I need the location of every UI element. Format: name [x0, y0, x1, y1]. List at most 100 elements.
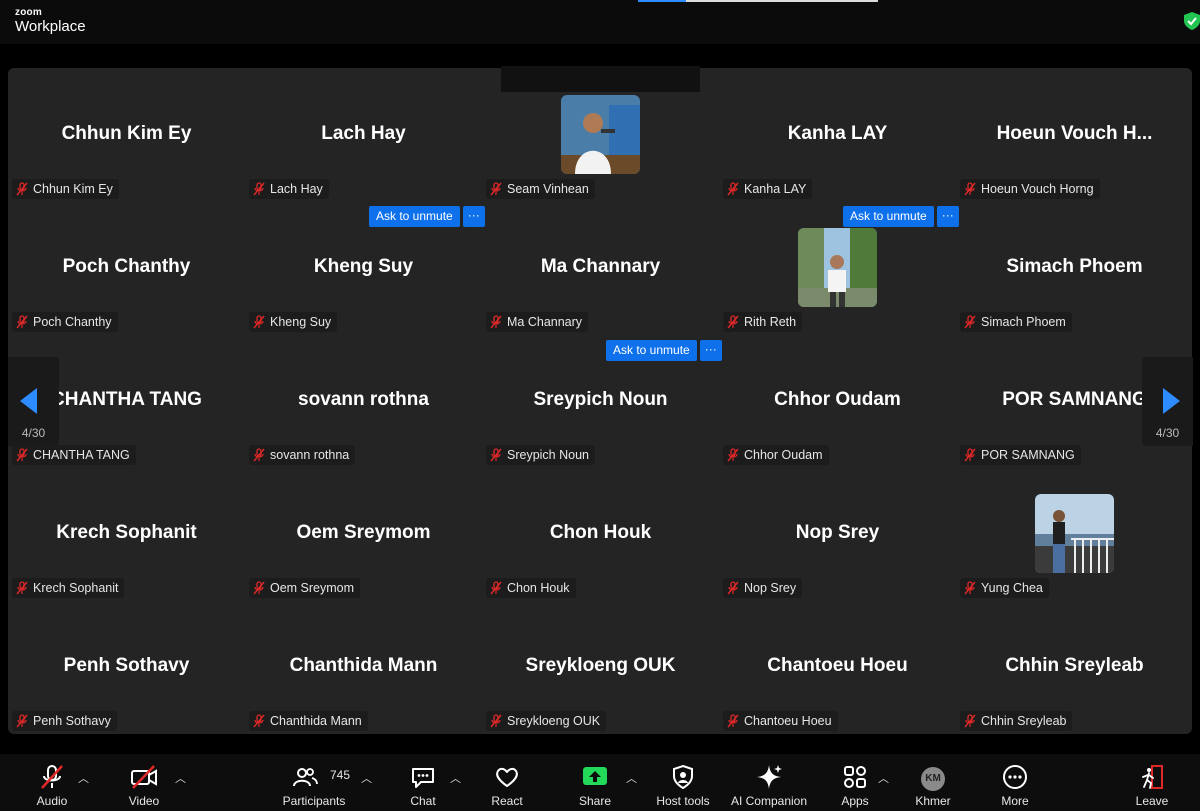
- participant-tile[interactable]: Lach Hay Lach Hay: [245, 68, 482, 202]
- participant-display-name: Ma Channary: [540, 256, 661, 277]
- mic-muted-icon: [16, 448, 28, 462]
- participants-button[interactable]: Participants: [276, 754, 352, 811]
- audio-options-caret[interactable]: ︿: [78, 770, 89, 786]
- participant-tile[interactable]: Chantoeu Hoeu Chantoeu Hoeu: [719, 600, 956, 734]
- react-button[interactable]: React: [482, 754, 532, 811]
- participant-tile[interactable]: Chhin Sreyleab Chhin Sreyleab: [956, 600, 1193, 734]
- participants-count: 745: [330, 768, 351, 782]
- mic-muted-icon: [964, 448, 976, 462]
- participant-tile[interactable]: Ma Channary Ma Channary: [482, 201, 719, 335]
- participant-tile[interactable]: Simach Phoem Simach Phoem: [956, 201, 1193, 335]
- participant-tile[interactable]: Seam Vinhean: [482, 68, 719, 202]
- meeting-toolbar: Audio ︿ Video ︿ Participants 745 ︿ Chat …: [0, 754, 1200, 811]
- participant-name-tag: Sreykloeng OUK: [486, 711, 607, 731]
- mic-muted-icon: [727, 581, 739, 595]
- participant-display-name: sovann rothna: [298, 389, 429, 410]
- participant-name-tag: Chon Houk: [486, 578, 576, 598]
- participant-tile[interactable]: sovann rothna sovann rothna: [245, 334, 482, 468]
- participant-name-tag: Kanha LAY: [723, 179, 813, 199]
- participant-name: Yung Chea: [981, 581, 1043, 595]
- participant-tile[interactable]: Penh Sothavy Penh Sothavy: [8, 600, 245, 734]
- apps-button[interactable]: Apps: [830, 754, 880, 811]
- ask-to-unmute-button[interactable]: Ask to unmute: [369, 206, 460, 227]
- participant-display-name: Chhin Sreyleab: [1005, 655, 1144, 676]
- participant-name-tag: Seam Vinhean: [486, 179, 595, 199]
- audio-button[interactable]: Audio: [22, 754, 82, 811]
- host-tools-button[interactable]: Host tools: [651, 754, 715, 811]
- tile-more-button[interactable]: ···: [699, 340, 722, 361]
- participant-display-name: Sreykloeng OUK: [525, 655, 676, 676]
- participant-name-tag: Kheng Suy: [249, 312, 338, 332]
- tile-more-button[interactable]: ···: [936, 206, 959, 227]
- participant-name-tag: Chhin Sreyleab: [960, 711, 1073, 731]
- participant-name-tag: Hoeun Vouch Horng: [960, 179, 1100, 199]
- mic-muted-icon: [253, 182, 265, 196]
- previous-page-button[interactable]: 4/30: [8, 357, 59, 446]
- participant-name: Krech Sophanit: [33, 581, 119, 595]
- share-label: Share: [578, 794, 612, 808]
- participant-name-tag: Chhun Kim Ey: [12, 179, 119, 199]
- mic-muted-icon: [490, 315, 502, 329]
- language-label: Khmer: [915, 794, 951, 808]
- participant-name: Ma Channary: [507, 315, 583, 329]
- apps-options-caret[interactable]: ︿: [878, 770, 889, 786]
- share-options-caret[interactable]: ︿: [626, 770, 637, 786]
- participant-name: Chhun Kim Ey: [33, 182, 113, 196]
- participant-name: Chhin Sreyleab: [981, 714, 1067, 728]
- participant-display-name: Krech Sophanit: [56, 522, 197, 543]
- ask-to-unmute-button[interactable]: Ask to unmute: [606, 340, 697, 361]
- participant-tile[interactable]: Chon Houk Chon Houk: [482, 467, 719, 601]
- host-tools-label: Host tools: [656, 794, 710, 808]
- participant-tile[interactable]: Oem Sreymom Oem Sreymom: [245, 467, 482, 601]
- mic-muted-icon: [16, 714, 28, 728]
- participant-tile[interactable]: Sreykloeng OUK Sreykloeng OUK: [482, 600, 719, 734]
- more-dots-icon: [1003, 765, 1027, 789]
- mic-muted-icon: [964, 581, 976, 595]
- ai-companion-button[interactable]: AI Companion: [726, 754, 812, 811]
- language-interpretation-button[interactable]: KM Khmer: [908, 754, 958, 811]
- arrow-right-icon: [1163, 388, 1180, 414]
- arrow-left-icon: [20, 388, 37, 414]
- participant-name: Hoeun Vouch Horng: [981, 182, 1094, 196]
- leave-button[interactable]: Leave: [1127, 754, 1177, 811]
- more-button[interactable]: More: [990, 754, 1040, 811]
- participant-name-tag: Rith Reth: [723, 312, 803, 332]
- participant-name-tag: Sreypich Noun: [486, 445, 595, 465]
- participant-name: Chon Houk: [507, 581, 570, 595]
- participant-display-name: Kheng Suy: [313, 256, 414, 277]
- participant-tile[interactable]: Chanthida Mann Chanthida Mann: [245, 600, 482, 734]
- video-button[interactable]: Video: [114, 754, 174, 811]
- next-page-button[interactable]: 4/30: [1142, 357, 1193, 446]
- ask-to-unmute-button[interactable]: Ask to unmute: [843, 206, 934, 227]
- participant-name: Chantoeu Hoeu: [744, 714, 832, 728]
- language-avatar-icon: KM: [921, 767, 945, 791]
- participant-tile[interactable]: Yung Chea: [956, 467, 1193, 601]
- participant-display-name: Chhor Oudam: [774, 389, 901, 410]
- participant-tile[interactable]: Kanha LAY Kanha LAY: [719, 68, 956, 202]
- apps-label: Apps: [841, 794, 869, 808]
- participant-name-tag: Oem Sreymom: [249, 578, 361, 598]
- participant-name-tag: Simach Phoem: [960, 312, 1072, 332]
- participant-tile[interactable]: Hoeun Vouch H... Hoeun Vouch Horng: [956, 68, 1193, 202]
- participant-name: Simach Phoem: [981, 315, 1066, 329]
- participant-name: Penh Sothavy: [33, 714, 111, 728]
- participant-tile[interactable]: Poch Chanthy Poch Chanthy: [8, 201, 245, 335]
- ask-to-unmute-group: Ask to unmute ···: [843, 206, 959, 227]
- encryption-shield-icon[interactable]: [1184, 12, 1200, 30]
- participant-tile[interactable]: Krech Sophanit Krech Sophanit: [8, 467, 245, 601]
- participant-tile[interactable]: Chhor Oudam Chhor Oudam: [719, 334, 956, 468]
- participant-display-name: Hoeun Vouch H...: [996, 123, 1153, 144]
- participant-tile[interactable]: Chhun Kim Ey Chhun Kim Ey: [8, 68, 245, 202]
- video-options-caret[interactable]: ︿: [175, 770, 186, 786]
- participant-display-name: Sreypich Noun: [533, 389, 668, 410]
- participant-tile[interactable]: Nop Srey Nop Srey: [719, 467, 956, 601]
- chat-button[interactable]: Chat: [396, 754, 450, 811]
- participant-avatar: [1035, 494, 1114, 573]
- participant-display-name: Oem Sreymom: [296, 522, 431, 543]
- mic-muted-icon: [964, 714, 976, 728]
- participants-options-caret[interactable]: ︿: [361, 770, 372, 786]
- chat-options-caret[interactable]: ︿: [450, 770, 461, 786]
- tile-more-button[interactable]: ···: [462, 206, 485, 227]
- share-button[interactable]: Share: [570, 754, 620, 811]
- participant-name: Chanthida Mann: [270, 714, 362, 728]
